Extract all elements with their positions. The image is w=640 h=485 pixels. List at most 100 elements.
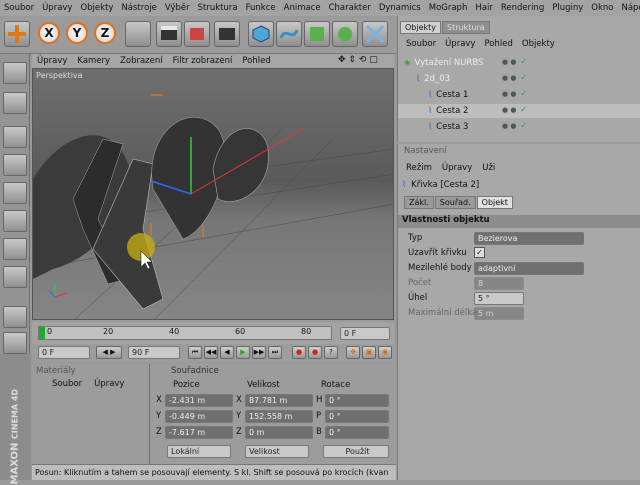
object-tree-row[interactable]: ◈ Vytažení NURBS: [398, 56, 640, 70]
y-axis-lock[interactable]: Y: [66, 22, 88, 44]
apply-button[interactable]: Použít: [323, 445, 389, 458]
rotation-field[interactable]: 0 °: [325, 394, 389, 407]
materials-menu-edit[interactable]: Úpravy: [94, 379, 124, 389]
viewport-menu-item[interactable]: Úpravy: [32, 56, 72, 66]
end-frame-field[interactable]: 90 F: [128, 346, 180, 359]
spline-button[interactable]: [276, 21, 302, 47]
enable-check-icon[interactable]: ✓: [520, 105, 527, 115]
field-value[interactable]: 5 °: [474, 292, 524, 305]
visibility-dots[interactable]: ● ●: [502, 90, 516, 98]
play-forward-button[interactable]: ▶: [236, 346, 250, 359]
playhead[interactable]: [39, 327, 45, 339]
range-slider[interactable]: ◀ ▶: [96, 346, 122, 359]
position-field[interactable]: -2.431 m: [165, 394, 233, 407]
menu-item[interactable]: Pluginy: [548, 3, 587, 13]
menu-item[interactable]: Objekty: [76, 3, 117, 13]
checker-button[interactable]: [3, 306, 27, 328]
menu-item[interactable]: Úpravy: [38, 3, 76, 13]
visibility-dots[interactable]: ● ●: [502, 106, 516, 114]
tweak-mode-button[interactable]: [3, 266, 27, 288]
use-edges-button[interactable]: [3, 182, 27, 204]
menu-item[interactable]: Nápověda: [617, 3, 640, 13]
render-view-button[interactable]: [156, 21, 182, 47]
menu-item[interactable]: Hair: [471, 3, 496, 13]
menu-item[interactable]: Výběr: [161, 3, 194, 13]
z-axis-lock[interactable]: Z: [94, 22, 116, 44]
menu-item[interactable]: Dynamics: [375, 3, 425, 13]
use-object-axis-button[interactable]: [3, 126, 27, 148]
field-value[interactable]: adaptivní: [474, 262, 584, 275]
attribute-menu-item[interactable]: Úpravy: [442, 163, 472, 173]
rotation-field[interactable]: 0 °: [325, 426, 389, 439]
attribute-menu-item[interactable]: Režim: [406, 163, 432, 173]
pos-key-button[interactable]: ✥: [346, 346, 360, 359]
menu-item[interactable]: Funkce: [242, 3, 280, 13]
menu-item[interactable]: Struktura: [194, 3, 242, 13]
enable-check-icon[interactable]: ✓: [520, 121, 527, 131]
move-tool-button[interactable]: [4, 21, 30, 47]
object-tree-row[interactable]: ⌇ 2d_03: [398, 72, 640, 86]
attribute-tab[interactable]: Zákl.: [404, 196, 434, 209]
snap-button[interactable]: [3, 332, 27, 354]
deformer-button[interactable]: [362, 21, 388, 47]
record-button[interactable]: ●: [292, 346, 306, 359]
render-settings-button[interactable]: [214, 21, 240, 47]
menu-item[interactable]: Charakter: [325, 3, 375, 13]
viewport-menu-item[interactable]: Kamery: [72, 56, 115, 66]
attribute-menu-item[interactable]: Uži: [482, 163, 495, 173]
autokey-button[interactable]: ●: [308, 346, 322, 359]
3d-viewport[interactable]: Perspektiva: [32, 68, 394, 320]
menu-item[interactable]: Nástroje: [117, 3, 160, 13]
x-axis-lock[interactable]: X: [38, 22, 60, 44]
field-value[interactable]: Bezierova: [474, 232, 584, 245]
field-value[interactable]: 8: [474, 277, 524, 290]
current-frame-field[interactable]: 0 F: [340, 327, 390, 340]
position-field[interactable]: -0.449 m: [165, 410, 233, 423]
tab-structure[interactable]: Struktura: [442, 21, 490, 34]
scale-key-button[interactable]: ▣: [362, 346, 376, 359]
object-menu-item[interactable]: Soubor: [406, 39, 436, 49]
render-picture-button[interactable]: [184, 21, 210, 47]
viewport-menu-item[interactable]: Filtr zobrazení: [168, 56, 238, 66]
next-key-button[interactable]: ▶▶: [252, 346, 266, 359]
rotation-field[interactable]: 0 °: [325, 410, 389, 423]
visibility-dots[interactable]: ● ●: [502, 74, 516, 82]
viewport-menu-item[interactable]: Zobrazení: [115, 56, 168, 66]
viewport-layout-button[interactable]: [3, 62, 27, 84]
array-button[interactable]: [332, 21, 358, 47]
visibility-dots[interactable]: ● ●: [502, 122, 516, 130]
menu-item[interactable]: MoGraph: [425, 3, 472, 13]
timeline-ruler[interactable]: 0 20 40 60 80: [38, 326, 332, 340]
use-points-button[interactable]: [3, 154, 27, 176]
enable-check-icon[interactable]: ✓: [520, 89, 527, 99]
size-field[interactable]: 0 m: [245, 426, 313, 439]
viewport-menu-item[interactable]: Pohled: [237, 56, 275, 66]
go-start-button[interactable]: ⏮: [188, 346, 202, 359]
use-polygons-button[interactable]: [3, 210, 27, 232]
tab-objects[interactable]: Objekty: [400, 21, 442, 34]
object-tree-row[interactable]: ⌇ Cesta 2: [398, 104, 640, 118]
menu-item[interactable]: Rendering: [497, 3, 548, 13]
keyframe-sel-button[interactable]: ?: [324, 346, 338, 359]
go-end-button[interactable]: ⏭: [268, 346, 282, 359]
timeline[interactable]: 0 20 40 60 80 0 F: [32, 322, 394, 344]
menu-item[interactable]: Okno: [587, 3, 617, 13]
texture-mode-button[interactable]: [3, 238, 27, 260]
menu-item[interactable]: Animace: [280, 3, 325, 13]
start-frame-field[interactable]: 0 F: [38, 346, 90, 359]
menu-item[interactable]: Soubor: [0, 3, 38, 13]
field-value[interactable]: 5 m: [474, 307, 524, 320]
object-menu-item[interactable]: Objekty: [522, 39, 555, 49]
play-backward-button[interactable]: ◀: [220, 346, 234, 359]
position-field[interactable]: -7.617 m: [165, 426, 233, 439]
object-tree-row[interactable]: ⌇ Cesta 1: [398, 88, 640, 102]
close-spline-checkbox[interactable]: ✓: [474, 247, 485, 258]
visibility-dots[interactable]: ● ●: [502, 58, 516, 66]
size-field[interactable]: 152.558 m: [245, 410, 313, 423]
nurbs-button[interactable]: [304, 21, 330, 47]
rot-key-button[interactable]: ◉: [378, 346, 392, 359]
use-model-button[interactable]: [3, 92, 27, 114]
coord-mode-select[interactable]: Lokální: [167, 445, 231, 458]
object-tree-row[interactable]: ⌇ Cesta 3: [398, 120, 640, 134]
size-field[interactable]: 87.781 m: [245, 394, 313, 407]
